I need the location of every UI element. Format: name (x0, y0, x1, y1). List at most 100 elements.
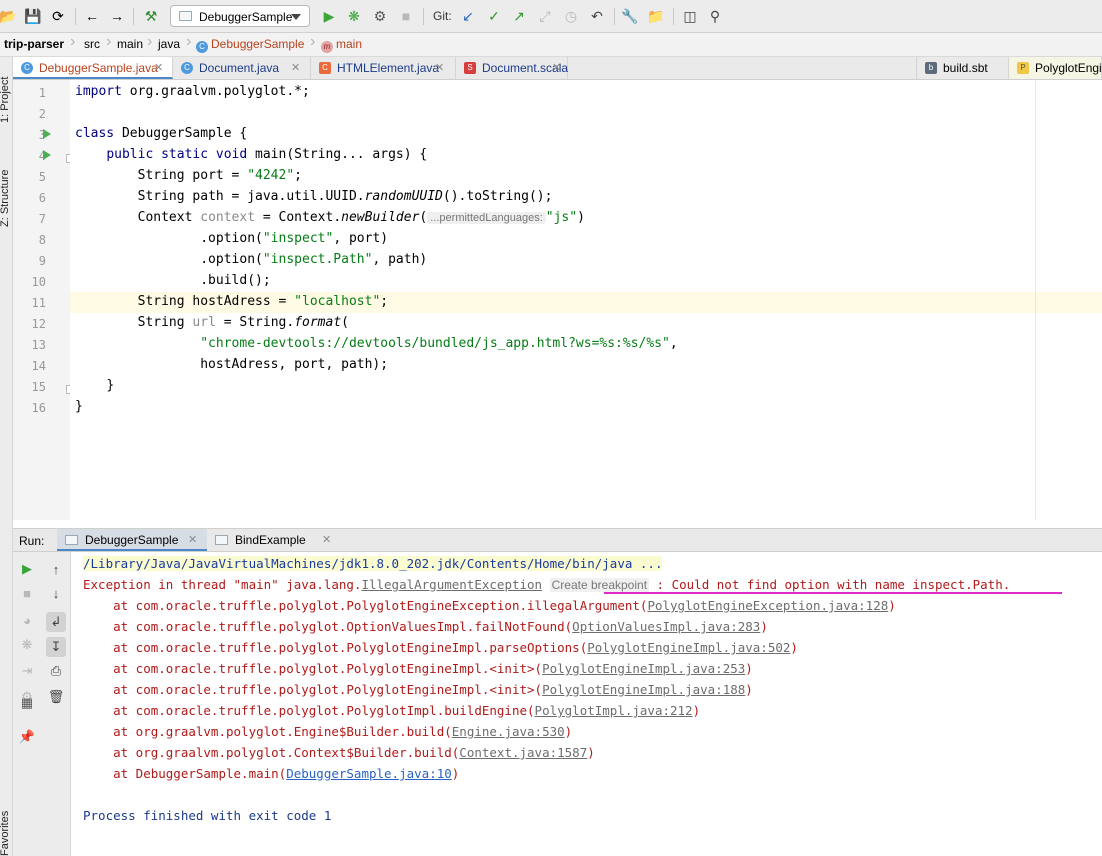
html-element-icon: C (319, 62, 331, 74)
breadcrumb-method[interactable]: m main (321, 37, 362, 53)
terminal-icon[interactable]: ◫ (682, 8, 698, 24)
pin-icon[interactable]: 📌 (19, 729, 35, 745)
run-gutter-icon[interactable] (43, 129, 51, 139)
project-structure-icon[interactable]: 📁 (647, 8, 664, 24)
run-toolbar-secondary: ↑ ↓ ↲ ↧ ⎙ 🗑 (40, 552, 71, 856)
git-commit-icon[interactable]: ✓ (486, 8, 502, 24)
sync-icon[interactable]: ⟳ (50, 8, 66, 24)
config-icon (65, 535, 78, 545)
tab-document-java[interactable]: C Document.java ✕ (173, 57, 311, 79)
line-number: 13 (31, 338, 46, 352)
trash-icon[interactable]: 🗑 (48, 689, 65, 705)
annotation-underline (604, 592, 1062, 594)
navigation-bar: trip-parser › src › main › java › C Debug… (0, 33, 1102, 57)
main-toolbar: 📂 💾 ⟳ ← → ⚒ DebuggerSample ▶ ❋ ⚙ ■ Git: … (0, 0, 1102, 33)
project-panel-toggle[interactable]: 1: Project (0, 77, 11, 123)
chevron-down-icon (291, 14, 301, 20)
settings-wrench-icon[interactable]: 🔧 (621, 8, 638, 24)
close-icon[interactable]: ✕ (322, 533, 331, 546)
soft-wrap-icon[interactable]: ↲ (46, 612, 66, 632)
search-icon[interactable]: ⚲ (707, 8, 723, 24)
tab-debuggersample-java[interactable]: C DebuggerSample.java ✕ (13, 57, 173, 79)
line-number: 12 (31, 317, 46, 331)
back-icon[interactable]: ← (84, 8, 100, 24)
favorites-panel-toggle[interactable]: Favorites (0, 811, 11, 856)
run-gutter-icon[interactable] (43, 150, 51, 160)
run-icon[interactable]: ▶ (321, 8, 337, 24)
history-icon[interactable]: ◷ (563, 8, 579, 24)
close-icon[interactable]: ✕ (188, 533, 197, 546)
line-number: 11 (31, 296, 46, 310)
code-line: hostAdress, port, path); (200, 357, 389, 372)
layout-icon[interactable]: ▦ (19, 695, 35, 711)
stack-link[interactable]: OptionValuesImpl.java:283 (572, 619, 760, 634)
code-line: .build(); (200, 273, 271, 288)
run-configuration-select[interactable]: DebuggerSample (170, 5, 310, 27)
close-icon[interactable]: ✕ (435, 61, 444, 74)
left-tool-strip: 1: Project Z: Structure Favorites (0, 57, 13, 856)
create-breakpoint-hint[interactable]: Create breakpoint (549, 578, 650, 592)
stack-link[interactable]: PolyglotEngineException.java:128 (647, 598, 888, 613)
run-tab-debuggersample[interactable]: DebuggerSample ✕ (57, 529, 207, 551)
tab-polyglotengine[interactable]: P PolyglotEngin (1009, 57, 1102, 79)
tab-document-scala[interactable]: S Document.scala ✕ (456, 57, 568, 79)
stack-trace-line: at org.graalvm.polyglot.Context$Builder.… (83, 745, 595, 760)
exception-class-link[interactable]: IllegalArgumentException (361, 577, 542, 592)
code-line: } (106, 378, 115, 393)
line-number: 4 (38, 149, 46, 163)
arrow-up-icon[interactable]: ↑ (48, 561, 64, 577)
line-number: 9 (38, 254, 46, 268)
debug-bug-icon[interactable]: ❋ (346, 8, 362, 24)
breadcrumb-src[interactable]: src (84, 37, 100, 51)
exit-icon[interactable]: ⇥ (19, 663, 35, 679)
run-with-coverage-icon[interactable]: ⚙ (372, 8, 388, 24)
arrow-down-icon[interactable]: ↓ (48, 585, 64, 601)
git-merge-icon[interactable]: ⤢ (537, 8, 553, 24)
forward-icon[interactable]: → (109, 8, 125, 24)
tab-build-sbt[interactable]: b build.sbt (916, 57, 1009, 79)
line-number: 10 (31, 275, 46, 289)
line-number: 7 (38, 212, 46, 226)
git-push-icon[interactable]: ↗ (511, 8, 527, 24)
close-icon[interactable]: ✕ (552, 61, 561, 74)
print-icon[interactable]: ⎙ (48, 663, 64, 679)
line-number: 8 (38, 233, 46, 247)
stack-trace-line: at com.oracle.truffle.polyglot.PolyglotE… (83, 682, 753, 697)
code-editor[interactable]: import org.graalvm.polyglot.*; class Deb… (70, 80, 1102, 520)
stack-trace-line: at com.oracle.truffle.polyglot.OptionVal… (83, 619, 768, 634)
close-icon[interactable]: ✕ (154, 61, 163, 74)
tab-htmlelement-java[interactable]: C HTMLElement.java ✕ (311, 57, 456, 79)
code-line: .option("inspect.Path", path) (200, 252, 428, 267)
revert-icon[interactable]: ↶ (589, 8, 605, 24)
save-icon[interactable]: 💾 (24, 8, 41, 24)
run-tab-bindexample[interactable]: BindExample ✕ (207, 529, 342, 551)
stack-link[interactable]: PolyglotEngineImpl.java:502 (587, 640, 790, 655)
stack-link[interactable]: PolyglotEngineImpl.java:188 (542, 682, 745, 697)
config-icon (179, 11, 192, 21)
console-output[interactable]: /Library/Java/JavaVirtualMachines/jdk1.8… (71, 552, 1102, 856)
breadcrumb-java[interactable]: java (158, 37, 180, 51)
breadcrumb-class[interactable]: C DebuggerSample (196, 37, 304, 53)
close-icon[interactable]: ✕ (291, 61, 300, 74)
scroll-to-end-icon[interactable]: ↧ (46, 637, 66, 657)
breadcrumb-main[interactable]: main (117, 37, 143, 51)
stop-icon[interactable]: ■ (19, 585, 35, 601)
stack-link[interactable]: PolyglotImpl.java:212 (535, 703, 693, 718)
line-number: 14 (31, 359, 46, 373)
rerun-icon[interactable]: ▶ (19, 561, 35, 577)
stop-icon[interactable]: ■ (398, 8, 414, 24)
debug-bug-icon[interactable]: ❋ (19, 637, 35, 653)
breadcrumb-project[interactable]: trip-parser (4, 37, 64, 51)
stack-trace-line: at com.oracle.truffle.polyglot.PolyglotE… (83, 661, 753, 676)
build-hammer-icon[interactable]: ⚒ (143, 8, 159, 24)
stack-link[interactable]: Context.java:1587 (459, 745, 587, 760)
git-update-icon[interactable]: ↙ (460, 8, 476, 24)
stack-link[interactable]: DebuggerSample.java:10 (286, 766, 452, 781)
stack-trace-line: at DebuggerSample.main(DebuggerSample.ja… (83, 766, 460, 781)
stack-link[interactable]: Engine.java:530 (452, 724, 565, 739)
structure-panel-toggle[interactable]: Z: Structure (0, 170, 11, 227)
open-folder-icon[interactable]: 📂 (0, 8, 17, 24)
camera-icon[interactable]: ◕ (19, 612, 35, 628)
code-line: } (75, 399, 83, 414)
stack-link[interactable]: PolyglotEngineImpl.java:253 (542, 661, 745, 676)
